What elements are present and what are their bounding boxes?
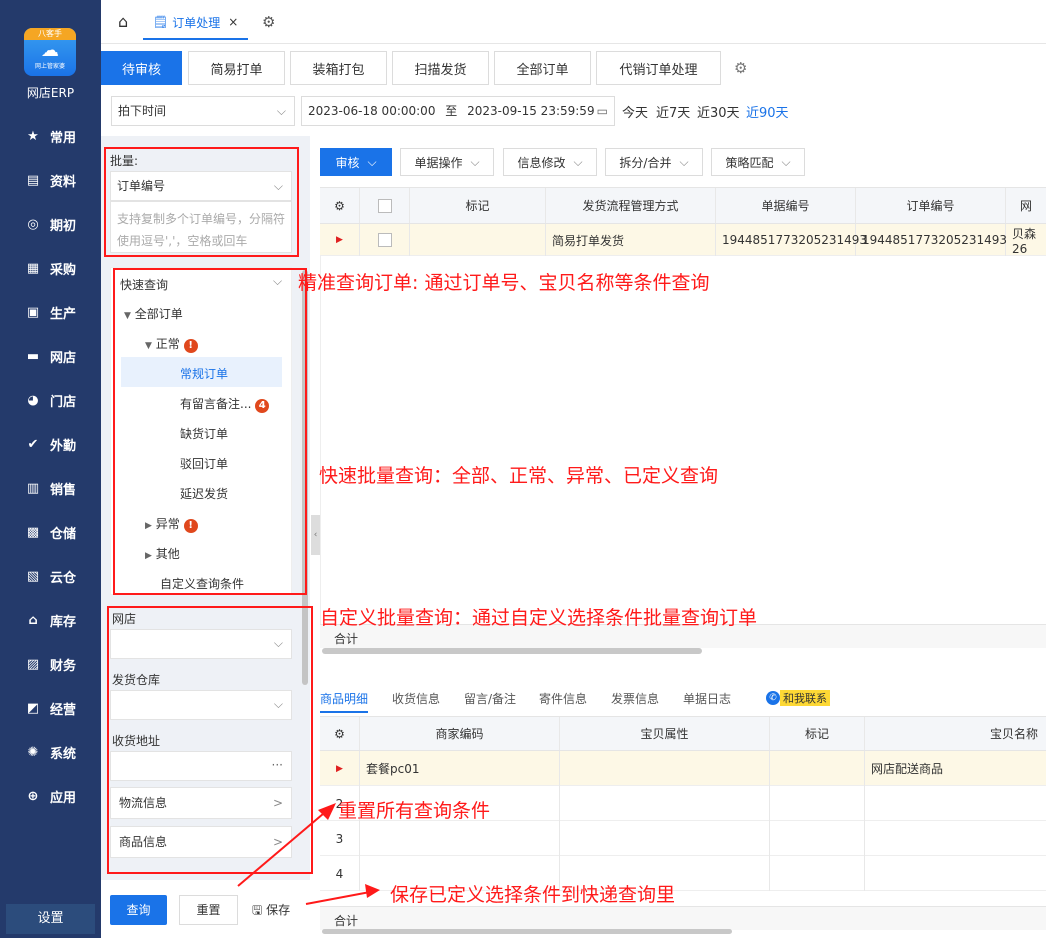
save-arrow-head — [365, 884, 380, 898]
reset-arrow-line — [237, 807, 331, 887]
annotation-arrows — [237, 803, 380, 905]
save-arrow-line — [305, 891, 371, 905]
reset-arrow-head — [318, 803, 336, 820]
